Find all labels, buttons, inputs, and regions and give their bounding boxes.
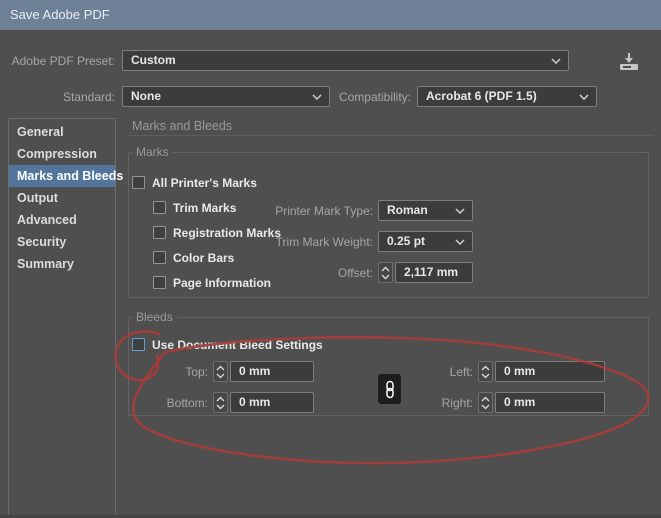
bleed-left-label: Left: <box>449 365 473 379</box>
sidebar-item-compression[interactable]: Compression <box>9 143 115 165</box>
printer-mark-type-label: Printer Mark Type: <box>275 204 373 218</box>
offset-value: 2,117 mm <box>404 265 459 279</box>
up-down-chevrons-icon <box>216 365 225 378</box>
chevron-down-icon <box>455 239 465 245</box>
bleed-bottom-value: 0 mm <box>239 395 271 409</box>
all-printers-marks-checkbox[interactable] <box>132 176 145 189</box>
bleeds-group-label: Bleeds <box>132 310 177 324</box>
trim-mark-weight-value: 0.25 pt <box>387 234 426 248</box>
save-adobe-pdf-dialog: Save Adobe PDF Adobe PDF Preset: Custom … <box>0 0 661 518</box>
use-document-bleed-settings-checkbox[interactable] <box>132 338 145 351</box>
sidebar-item-output[interactable]: Output <box>9 187 115 209</box>
compatibility-dropdown[interactable]: Acrobat 6 (PDF 1.5) <box>417 86 597 107</box>
bleed-right-label: Right: <box>441 396 473 410</box>
adobe-pdf-preset-dropdown[interactable]: Custom <box>122 50 569 71</box>
color-bars-checkbox[interactable] <box>153 251 166 264</box>
bleed-bottom-input[interactable]: 0 mm <box>230 392 314 413</box>
up-down-chevrons-icon <box>216 396 225 409</box>
compatibility-value: Acrobat 6 (PDF 1.5) <box>426 89 537 103</box>
printer-mark-type-dropdown[interactable]: Roman <box>378 200 473 221</box>
trim-marks-checkbox[interactable] <box>153 201 166 214</box>
dialog-titlebar[interactable]: Save Adobe PDF <box>0 0 661 30</box>
chevron-down-icon <box>551 58 561 64</box>
standard-dropdown[interactable]: None <box>122 86 330 107</box>
settings-category-list: General Compression Marks and Bleeds Out… <box>8 118 123 517</box>
standard-label: Standard: <box>62 90 115 104</box>
page-information-checkbox[interactable] <box>153 276 166 289</box>
bleed-top-value: 0 mm <box>239 364 271 378</box>
bleed-left-input[interactable]: 0 mm <box>495 361 605 382</box>
use-document-bleed-settings-label: Use Document Bleed Settings <box>152 338 323 352</box>
bleed-right-value: 0 mm <box>504 395 536 409</box>
all-printers-marks-label: All Printer's Marks <box>152 176 257 190</box>
marks-group-label: Marks <box>132 145 173 159</box>
compatibility-label: Compatibility: <box>338 90 411 104</box>
offset-input[interactable]: 2,117 mm <box>395 262 473 283</box>
chevron-down-icon <box>455 208 465 214</box>
chevron-down-icon <box>579 94 589 100</box>
sidebar-item-advanced[interactable]: Advanced <box>9 209 115 231</box>
marks-group: Marks All Printer's Marks Trim Marks Reg… <box>128 145 649 298</box>
up-down-chevrons-icon <box>481 396 490 409</box>
trim-mark-weight-label: Trim Mark Weight: <box>275 235 373 249</box>
sidebar-item-security[interactable]: Security <box>9 231 115 253</box>
bleed-top-stepper[interactable] <box>213 361 228 382</box>
bleed-bottom-label: Bottom: <box>166 396 208 410</box>
bleed-top-label: Top: <box>185 365 208 379</box>
preset-label: Adobe PDF Preset: <box>11 54 115 68</box>
up-down-chevrons-icon <box>481 365 490 378</box>
panel-title-divider <box>128 135 653 136</box>
download-tray-icon <box>620 53 638 70</box>
save-preset-button[interactable] <box>616 52 642 72</box>
printer-mark-type-value: Roman <box>387 203 428 217</box>
bleed-left-value: 0 mm <box>504 364 536 378</box>
standard-value: None <box>131 89 161 103</box>
sidebar-item-marks-and-bleeds[interactable]: Marks and Bleeds <box>9 165 123 187</box>
sidebar-item-summary[interactable]: Summary <box>9 253 115 275</box>
bleed-right-input[interactable]: 0 mm <box>495 392 605 413</box>
registration-marks-checkbox[interactable] <box>153 226 166 239</box>
sidebar-item-general[interactable]: General <box>9 121 115 143</box>
bleed-left-stepper[interactable] <box>478 361 493 382</box>
dialog-title: Save Adobe PDF <box>10 7 110 22</box>
chevron-down-icon <box>312 94 322 100</box>
bleed-right-stepper[interactable] <box>478 392 493 413</box>
trim-mark-weight-dropdown[interactable]: 0.25 pt <box>378 231 473 252</box>
bleeds-group: Bleeds Use Document Bleed Settings Top: … <box>128 310 649 416</box>
bleed-bottom-stepper[interactable] <box>213 392 228 413</box>
preset-value: Custom <box>131 53 176 67</box>
offset-stepper[interactable] <box>378 262 393 283</box>
color-bars-label: Color Bars <box>173 251 235 265</box>
up-down-chevrons-icon <box>381 266 390 279</box>
offset-label: Offset: <box>337 266 373 280</box>
bleed-top-input[interactable]: 0 mm <box>230 361 314 382</box>
panel-title: Marks and Bleeds <box>132 119 233 133</box>
